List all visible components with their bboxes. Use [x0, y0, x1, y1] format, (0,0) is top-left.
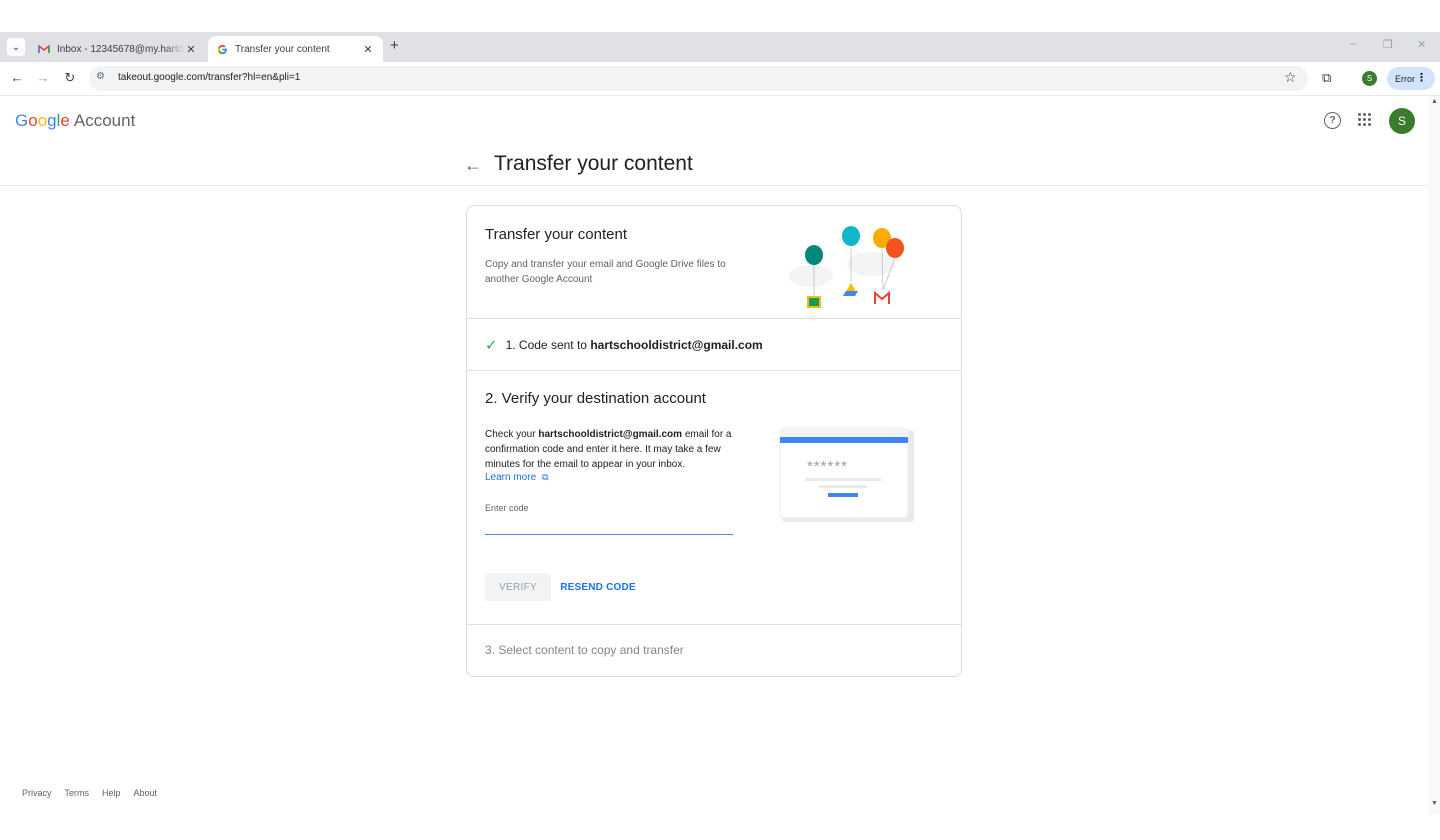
new-tab-plus-icon[interactable]: +: [390, 37, 399, 54]
check-icon: ✓: [485, 337, 498, 354]
url-text[interactable]: takeout.google.com/transfer?hl=en&pli=1: [118, 72, 300, 83]
tab-close-icon[interactable]: ✕: [184, 43, 198, 56]
extensions-icon[interactable]: ⧉: [1322, 70, 1331, 86]
footer-link-terms[interactable]: Terms: [65, 788, 90, 798]
step1-email: hartschooldistrict@gmail.com: [590, 338, 763, 352]
profile-avatar[interactable]: S: [1362, 71, 1377, 86]
logo-letter: G: [15, 111, 29, 130]
error-label: Error: [1395, 73, 1415, 84]
more-vert-icon: ⋮: [1416, 72, 1427, 84]
open-in-new-icon: ⧉: [542, 472, 549, 482]
tab-inbox[interactable]: Inbox - 12345678@my.hartdist ✕: [30, 36, 206, 62]
page-title: Transfer your content: [494, 152, 693, 175]
restore-icon[interactable]: ❐: [1383, 38, 1393, 51]
back-icon[interactable]: ←: [9, 70, 25, 86]
footer-links: Privacy Terms Help About: [22, 788, 170, 798]
forward-icon[interactable]: →: [35, 70, 51, 86]
logo-suffix: Account: [73, 111, 136, 130]
google-icon: [216, 43, 228, 55]
tab-title: Inbox - 12345678@my.hartdist: [57, 43, 184, 55]
account-avatar[interactable]: S: [1389, 108, 1415, 134]
masked-code-text: ******: [807, 458, 849, 475]
step2-title: 2. Verify your destination account: [485, 390, 706, 407]
bookmark-star-icon[interactable]: ☆: [1284, 69, 1297, 86]
logo-letter: o: [28, 111, 38, 130]
gmail-icon: [38, 43, 50, 55]
card-divider: [467, 624, 961, 625]
desc-email: hartschooldistrict@gmail.com: [538, 429, 683, 440]
tab-search-chevron-icon[interactable]: ⌄: [7, 38, 25, 56]
card-divider: [467, 370, 961, 371]
card-divider: [467, 318, 961, 319]
step3-title: 3. Select content to copy and transfer: [485, 643, 684, 657]
help-icon[interactable]: ?: [1324, 112, 1341, 129]
reload-icon[interactable]: ↻: [62, 70, 78, 86]
placeholder-line: [819, 485, 867, 488]
illustration-button: [828, 493, 858, 497]
learn-more-link[interactable]: Learn more ⧉: [485, 472, 549, 483]
step1-prefix: 1. Code sent to: [505, 338, 587, 352]
code-input[interactable]: [485, 509, 733, 535]
balloons-illustration: [789, 226, 904, 308]
footer-link-privacy[interactable]: Privacy: [22, 788, 52, 798]
step1-code-sent: ✓ 1. Code sent to hartschooldistrict@gma…: [485, 336, 763, 354]
google-account-logo[interactable]: Google Account: [15, 111, 135, 131]
email-code-illustration: [779, 427, 914, 522]
scroll-down-icon[interactable]: ▼: [1431, 800, 1438, 807]
logo-letter: o: [37, 111, 48, 130]
tab-title: Transfer your content: [235, 43, 330, 55]
header-divider: [0, 185, 1428, 186]
page-scrollbar[interactable]: [1428, 97, 1440, 815]
verify-button[interactable]: VERIFY: [485, 573, 551, 601]
step2-description: Check your hartschooldistrict@gmail.com …: [485, 427, 735, 472]
tab-close-icon[interactable]: ✕: [361, 43, 375, 56]
site-settings-icon[interactable]: ⚙: [96, 71, 105, 82]
transfer-card: Transfer your content Copy and transfer …: [466, 205, 962, 677]
tab-transfer[interactable]: Transfer your content ✕: [208, 36, 383, 62]
desc-prefix: Check your: [485, 429, 536, 440]
card-title: Transfer your content: [485, 226, 628, 243]
card-description: Copy and transfer your email and Google …: [485, 259, 726, 285]
footer-link-about[interactable]: About: [134, 788, 158, 798]
scroll-up-icon[interactable]: ▲: [1431, 98, 1438, 105]
placeholder-line: [805, 478, 881, 481]
resend-code-button[interactable]: RESEND CODE: [559, 573, 637, 601]
logo-letter: g: [47, 111, 57, 130]
minimize-icon[interactable]: –: [1350, 38, 1356, 50]
back-arrow-icon[interactable]: ←: [464, 155, 482, 176]
apps-grid-icon[interactable]: [1358, 113, 1372, 127]
footer-link-help[interactable]: Help: [102, 788, 121, 798]
learn-more-label: Learn more: [485, 472, 537, 483]
window-close-icon[interactable]: ✕: [1417, 38, 1426, 51]
logo-letter: e: [60, 111, 70, 130]
error-menu-button[interactable]: Error ⋮: [1387, 67, 1435, 90]
